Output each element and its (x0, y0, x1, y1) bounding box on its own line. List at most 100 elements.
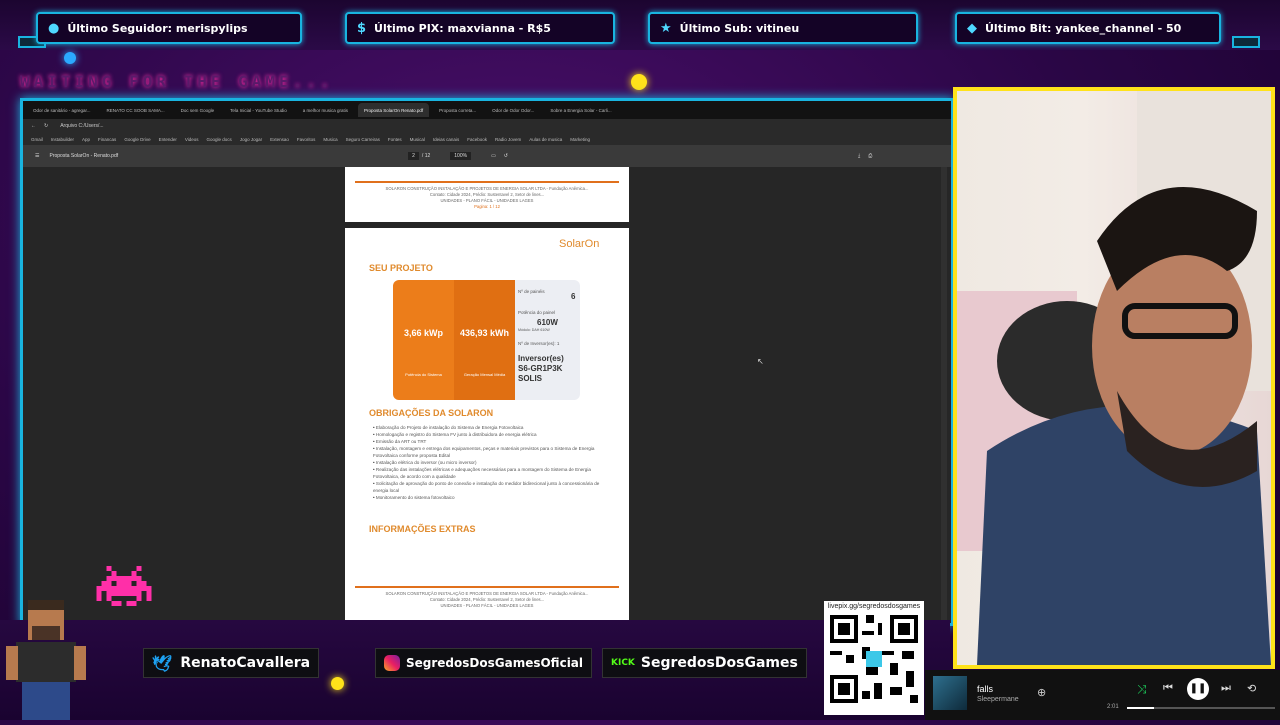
back-icon[interactable]: ← (31, 123, 36, 129)
pdf-viewer: SOLARON CONSTRUÇÃO INSTALAÇÃO E PROJETOS… (23, 167, 951, 623)
bookmark[interactable]: Instabuilder (51, 137, 74, 142)
alert-pix-text: Último PIX: maxvianna - R$5 (374, 21, 551, 35)
social-kick[interactable]: KICK SegredosDosGames (602, 648, 807, 678)
pdf-scrollbar[interactable] (941, 167, 947, 623)
track-artist: Sleepermane (977, 696, 1019, 703)
bookmark[interactable]: Musical (410, 137, 425, 142)
webcam-person (957, 91, 1271, 665)
bookmark[interactable]: Gmail (31, 137, 43, 142)
list-item: Realização das instalações elétricas e a… (373, 466, 613, 480)
bookmark[interactable]: Videos (185, 137, 199, 142)
screen-capture: Odor de sanitário - agregar... RENATO CC… (20, 98, 954, 626)
browser-tab[interactable]: Tela Inicial - YouTube Studio (224, 103, 293, 117)
inverter-value: Inversor(es) S6-GR1P3K SOLIS (518, 354, 564, 383)
user-icon: ● (48, 20, 60, 36)
card-geracao: 436,93 kWh Geração Mensal Média (454, 280, 515, 400)
fit-page-icon[interactable]: ▭ (491, 153, 496, 159)
inverter-label: Nº de Inversor(es): 1 (518, 341, 560, 346)
browser-tab[interactable]: Proposta correta... (433, 103, 482, 117)
pause-button[interactable]: ❚❚ (1187, 678, 1209, 700)
space-invader-icon (96, 566, 152, 606)
footer-rule (355, 586, 619, 588)
pixel-avatar (6, 596, 86, 720)
alert-pix: $ Último PIX: maxvianna - R$5 (345, 12, 615, 44)
bookmark[interactable]: Facebook (467, 137, 487, 142)
browser-tab[interactable]: Sobre a Energia Solar - Carli... (544, 103, 617, 117)
webcam-feed (953, 87, 1275, 669)
dollar-icon: $ (357, 20, 367, 36)
shuffle-icon[interactable]: ⤨ (1137, 682, 1147, 697)
address-text[interactable]: Arquivo C:/Users/... (60, 123, 103, 129)
bookmark[interactable]: Google Drive (124, 137, 150, 142)
list-item: Monitoramento do sistema fotovoltaico (373, 494, 613, 501)
list-item: Emissão da ART ou TRT (373, 438, 613, 445)
bookmark[interactable]: Radio Jovem (495, 137, 521, 142)
print-icon[interactable]: ⎙ (868, 153, 872, 159)
kick-handle: SegredosDosGames (640, 655, 798, 671)
pdf-page-current: SolarOn SEU PROJETO 3,66 kWp Potência do… (345, 228, 629, 623)
add-icon[interactable]: ⊕ (1037, 686, 1046, 699)
bookmark[interactable]: Aulas de musica (529, 137, 562, 142)
geracao-label: Geração Mensal Média (463, 372, 506, 377)
twitter-icon: 🕊 (152, 653, 173, 673)
download-icon[interactable]: ⤓ (858, 153, 860, 159)
reload-icon[interactable]: ↻ (44, 123, 48, 129)
browser-tab[interactable]: RENATO CC SOOB SAMA... (101, 103, 171, 117)
page-footer: SOLARON CONSTRUÇÃO INSTALAÇÃO E PROJETOS… (345, 586, 629, 609)
twitter-handle: RenatoCavallera (180, 655, 311, 671)
pdf-title: Proposta SolarOn - Renato.pdf (49, 153, 119, 159)
bookmark[interactable]: Jogo Jogar (240, 137, 262, 142)
rotate-icon[interactable]: ↺ (504, 153, 508, 159)
menu-icon[interactable]: ☰ (35, 153, 39, 159)
list-item: Elaboração do Projeto de instalação do S… (373, 424, 613, 431)
next-icon[interactable]: ⏭ (1221, 682, 1231, 695)
browser-tab[interactable]: Odor de Odor Odor... (486, 103, 540, 117)
bookmark[interactable]: Ideias canais (433, 137, 459, 142)
bookmark[interactable]: Seguro Carreiras (346, 137, 380, 142)
potencia-value: 3,66 kWp (403, 328, 443, 338)
qr-url: livepix.gg/segredosdosgames (827, 603, 921, 610)
repeat-icon[interactable]: ⟲ (1247, 682, 1256, 695)
social-twitter[interactable]: 🕊 RenatoCavallera (143, 648, 320, 678)
decor-yellow-dot (331, 677, 344, 690)
module-power-value: 610W (537, 318, 558, 327)
list-item: Solicitação de aprovação do ponto de con… (373, 480, 613, 494)
bookmark[interactable]: Fontes (388, 137, 402, 142)
footer-rule (355, 181, 619, 183)
browser-tab[interactable]: Odor de sanitário - agregar... (27, 103, 97, 117)
pdf-toolbar: ☰ Proposta SolarOn - Renato.pdf 2 / 12 1… (23, 145, 951, 167)
waiting-text: WAITING FOR THE GAME... (20, 72, 334, 91)
bookmark[interactable]: Favoritos (297, 137, 316, 142)
browser-tab-active[interactable]: Proposta SolarOn Renato.pdf (358, 103, 430, 117)
page-number-input[interactable]: 2 (408, 152, 419, 160)
progress-bar[interactable] (1127, 707, 1275, 709)
modules-value: 6 (571, 292, 576, 301)
decor-blue-dot (64, 52, 76, 64)
bookmark[interactable]: Musica (323, 137, 337, 142)
alert-bit: ◆ Último Bit: yankee_channel - 50 (955, 12, 1221, 44)
bookmark[interactable]: Google docs (207, 137, 232, 142)
music-player: falls Sleepermane ⊕ ⤨ ⏮ ❚❚ ⏭ ⟲ 2:01 (925, 670, 1280, 720)
diamond-icon: ◆ (967, 20, 977, 36)
alert-bit-text: Último Bit: yankee_channel - 50 (985, 21, 1182, 35)
browser-tab[interactable]: a melhor musica gratis (297, 103, 354, 117)
previous-icon[interactable]: ⏮ (1163, 682, 1173, 695)
bookmarks-bar: Gmail Instabuilder App Financas Google D… (23, 133, 951, 145)
section-extras: INFORMAÇÕES EXTRAS (369, 524, 476, 534)
alert-follower-text: Último Seguidor: merispylips (67, 21, 248, 35)
instagram-icon (384, 655, 400, 671)
social-instagram[interactable]: SegredosDosGamesOficial (375, 648, 593, 678)
bookmark[interactable]: Financas (98, 137, 116, 142)
bookmark[interactable]: Marketing (570, 137, 590, 142)
bookmark[interactable]: Extensao (270, 137, 289, 142)
alert-follower: ● Último Seguidor: merispylips (36, 12, 302, 44)
bookmark[interactable]: App (82, 137, 90, 142)
address-bar[interactable]: ← ↻ Arquivo C:/Users/... (23, 119, 951, 133)
list-item: Instalação elétrica do inversor (ou micr… (373, 459, 613, 466)
browser-tab[interactable]: Doc sem Google (175, 103, 221, 117)
list-item: Homologação e registro do Sistema FV jun… (373, 431, 613, 438)
bookmark[interactable]: Entender (159, 137, 177, 142)
zoom-input[interactable]: 100% (450, 152, 472, 160)
potencia-label: Potência do Sistema (405, 372, 442, 377)
livepix-qr[interactable]: livepix.gg/segredosdosgames (824, 601, 924, 715)
